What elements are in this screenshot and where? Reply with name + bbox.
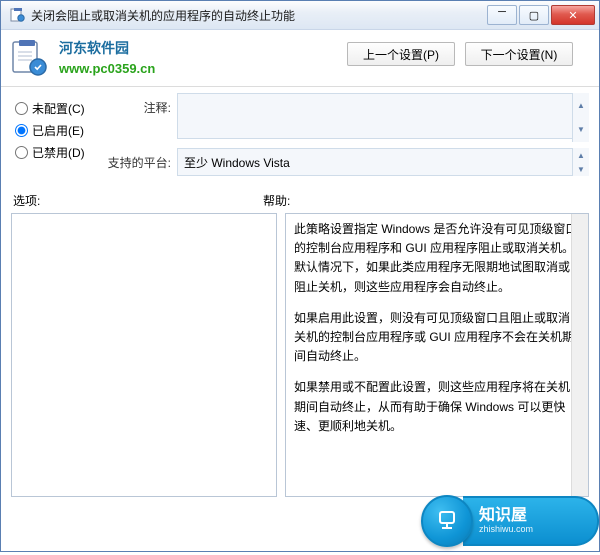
platform-label: 支持的平台: xyxy=(101,148,177,171)
supported-platform-value: 至少 Windows Vista xyxy=(177,148,589,176)
badge-label: 知识屋 zhishiwu.com xyxy=(463,496,599,546)
window-title: 关闭会阻止或取消关机的应用程序的自动终止功能 xyxy=(31,7,487,24)
comment-scrollbar[interactable]: ▲▼ xyxy=(572,93,589,142)
radio-enabled[interactable]: 已启用(E) xyxy=(15,119,93,141)
radio-disabled-input[interactable] xyxy=(15,146,28,159)
next-setting-button[interactable]: 下一个设置(N) xyxy=(465,42,573,66)
options-panel[interactable] xyxy=(11,213,277,497)
titlebar[interactable]: 关闭会阻止或取消关机的应用程序的自动终止功能 ─ ▢ ✕ xyxy=(1,1,599,30)
radio-enabled-input[interactable] xyxy=(15,124,28,137)
comment-textarea[interactable] xyxy=(177,93,589,139)
badge-logo-icon xyxy=(421,495,473,547)
watermark-site-name: 河东软件园 xyxy=(59,38,155,58)
comment-label: 注释: xyxy=(101,93,177,116)
header-bar: 河东软件园 www.pc0359.cn 上一个设置(P) 下一个设置(N) xyxy=(1,30,599,87)
help-paragraph: 如果禁用或不配置此设置，则这些应用程序将在关机期间自动终止，从而有助于确保 Wi… xyxy=(294,378,580,436)
content-area: 未配置(C) 已启用(E) 已禁用(D) 注释: ▲▼ xyxy=(1,87,599,553)
options-section-label: 选项: xyxy=(13,192,263,209)
badge-name: 知识屋 xyxy=(479,508,579,524)
help-section-label: 帮助: xyxy=(263,192,290,209)
radio-unconfigured-input[interactable] xyxy=(15,102,28,115)
radio-unconfigured[interactable]: 未配置(C) xyxy=(15,97,93,119)
maximize-button[interactable]: ▢ xyxy=(519,5,549,25)
site-badge: 知识屋 zhishiwu.com xyxy=(421,487,599,555)
help-paragraph: 此策略设置指定 Windows 是否允许没有可见顶级窗口的控制台应用程序和 GU… xyxy=(294,220,580,297)
radio-disabled-label: 已禁用(D) xyxy=(32,144,85,161)
policy-icon xyxy=(9,7,25,23)
help-scrollbar[interactable] xyxy=(571,214,588,496)
help-paragraph: 如果启用此设置，则没有可见顶级窗口且阻止或取消关机的控制台应用程序或 GUI 应… xyxy=(294,309,580,367)
radio-unconfigured-label: 未配置(C) xyxy=(32,100,85,117)
gpedit-policy-window: 关闭会阻止或取消关机的应用程序的自动终止功能 ─ ▢ ✕ 河东软件园 www.p… xyxy=(0,0,600,552)
watermark-url: www.pc0359.cn xyxy=(59,61,155,76)
platform-scrollbar[interactable]: ▲▼ xyxy=(572,148,589,176)
help-panel[interactable]: 此策略设置指定 Windows 是否允许没有可见顶级窗口的控制台应用程序和 GU… xyxy=(285,213,589,497)
prev-setting-button[interactable]: 上一个设置(P) xyxy=(347,42,455,66)
policy-large-icon xyxy=(9,38,49,78)
close-button[interactable]: ✕ xyxy=(551,5,595,25)
minimize-button[interactable]: ─ xyxy=(487,5,517,25)
radio-enabled-label: 已启用(E) xyxy=(32,122,84,139)
radio-disabled[interactable]: 已禁用(D) xyxy=(15,141,93,163)
badge-domain: zhishiwu.com xyxy=(479,524,579,535)
